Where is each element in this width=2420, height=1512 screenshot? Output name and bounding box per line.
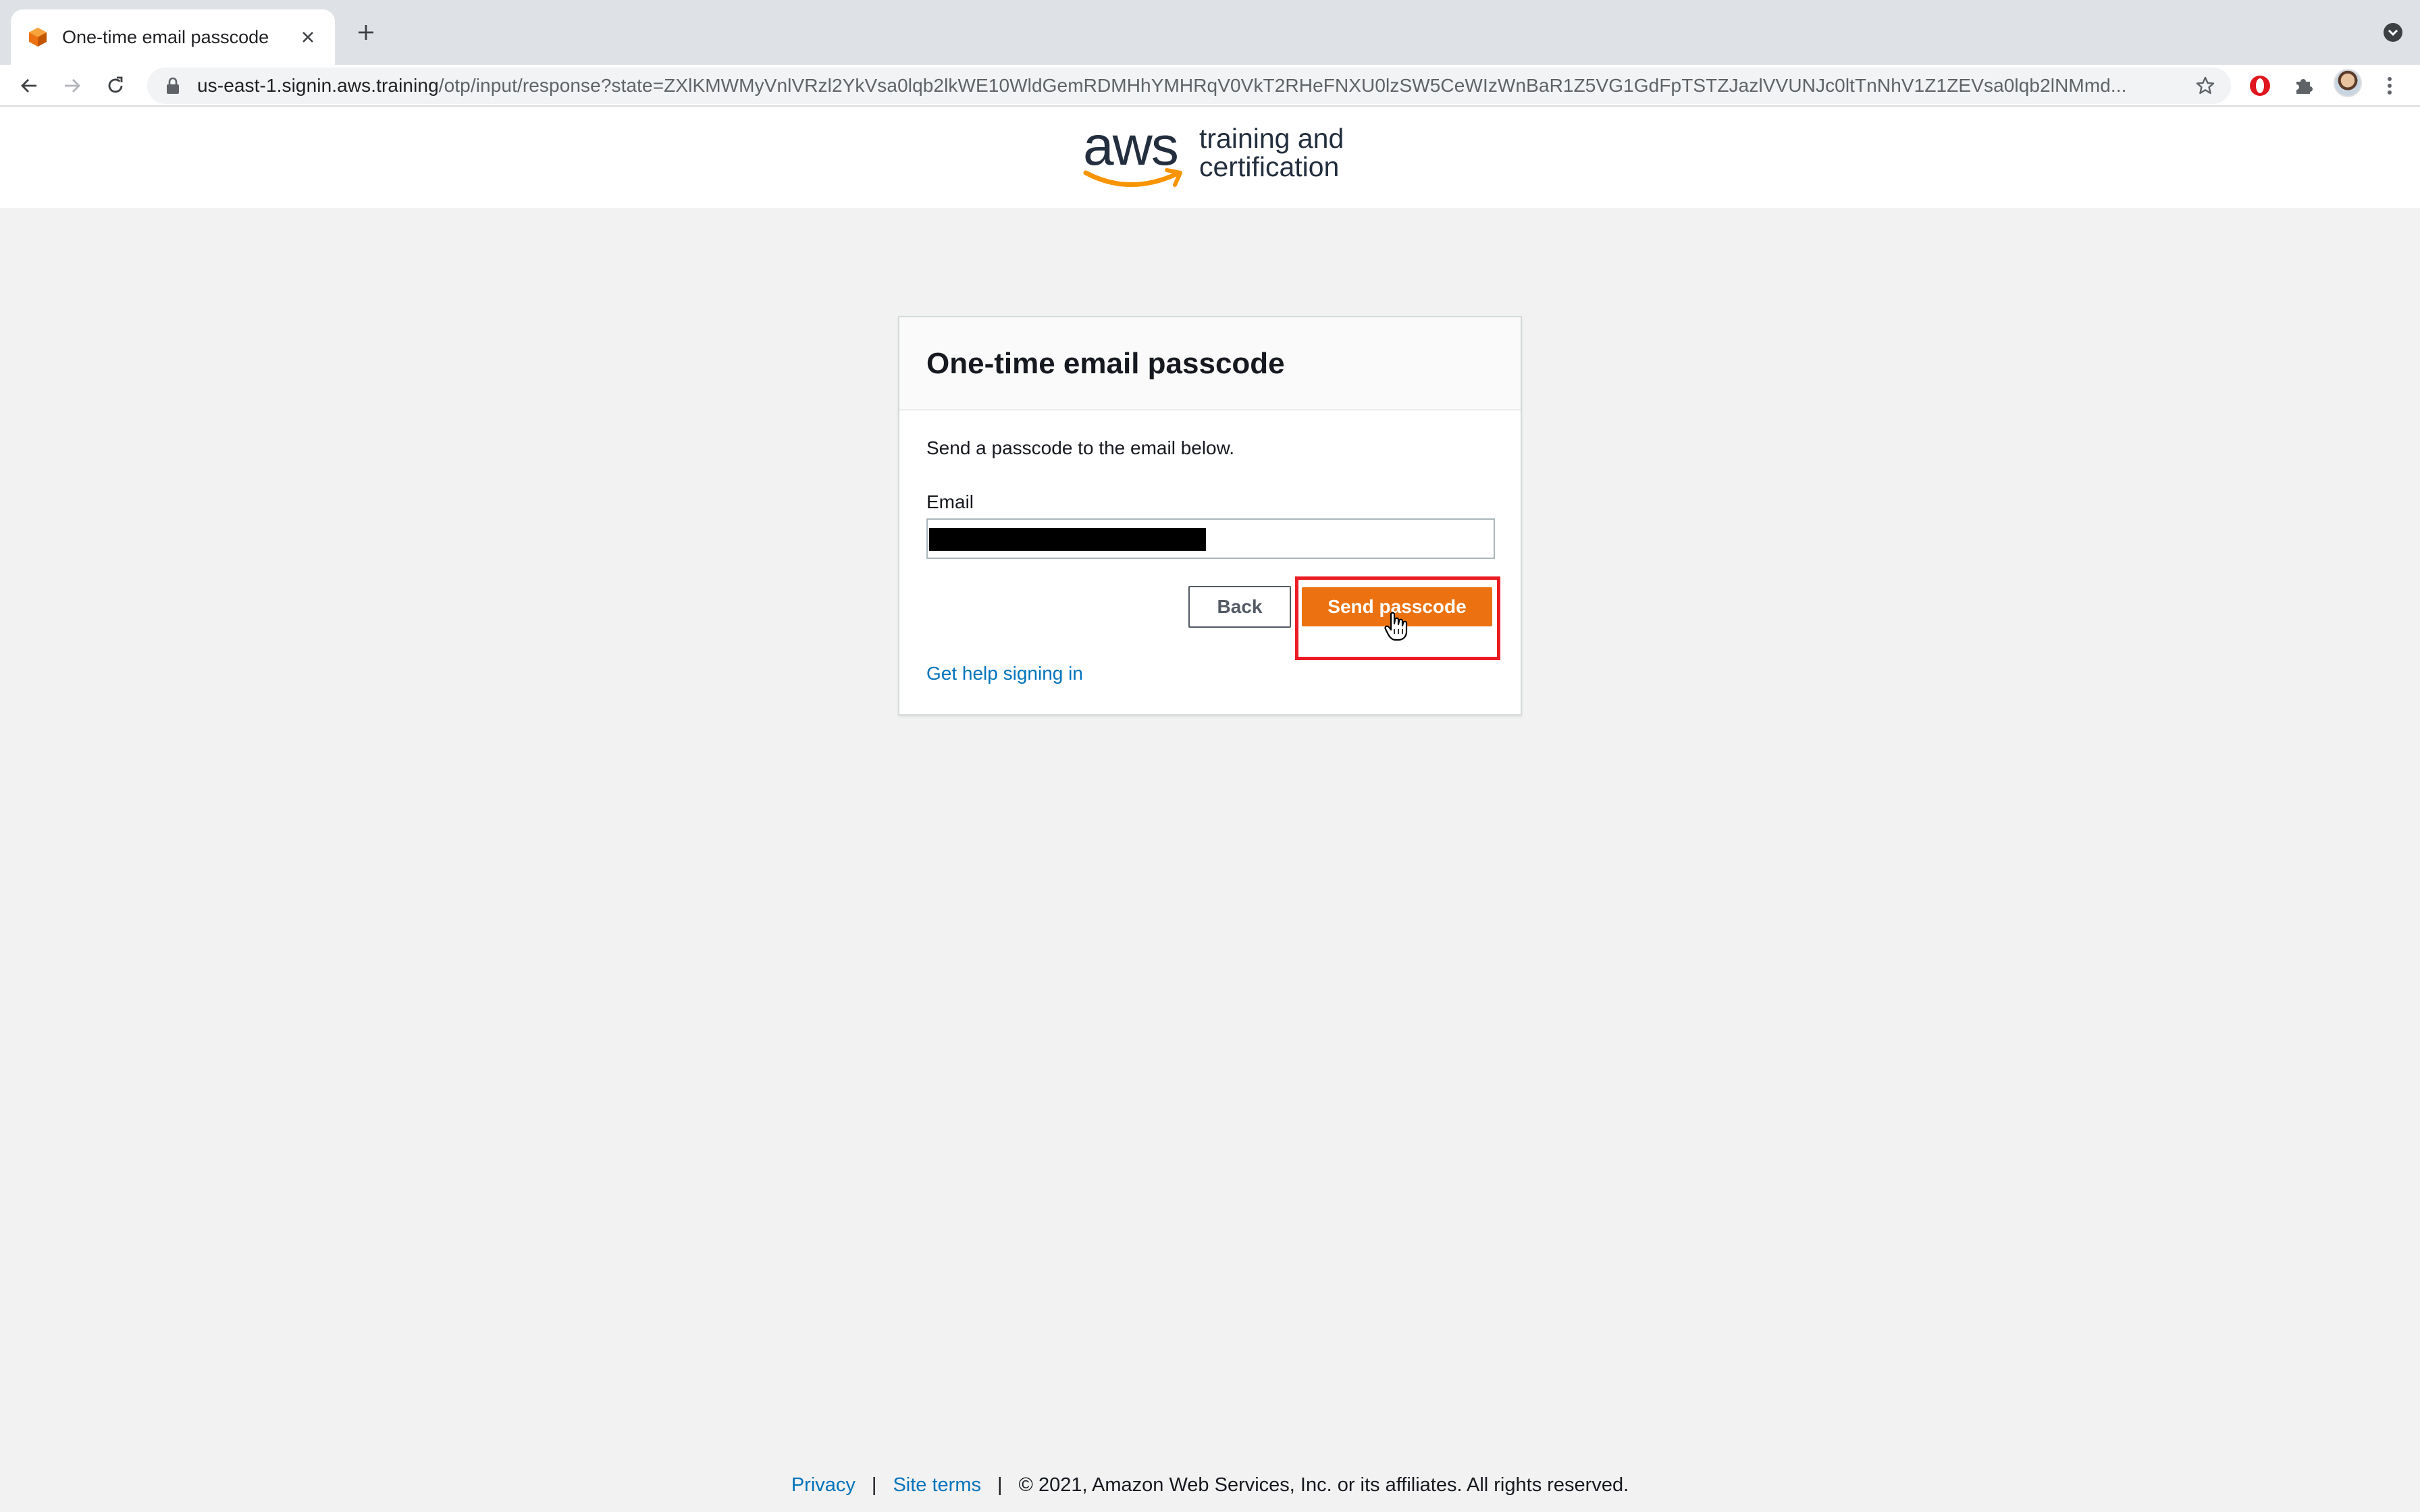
address-bar[interactable]: us-east-1.signin.aws.training/otp/input/… (147, 68, 2231, 104)
copyright-text: © 2021, Amazon Web Services, Inc. or its… (1018, 1474, 1629, 1496)
aws-smile-arrow-icon (1083, 168, 1182, 187)
back-arrow-icon[interactable] (14, 70, 45, 101)
get-help-link[interactable]: Get help signing in (926, 663, 1083, 684)
card-header: One-time email passcode (899, 317, 1521, 410)
url-text: us-east-1.signin.aws.training/otp/input/… (197, 75, 2193, 97)
page-title: One-time email passcode (926, 347, 1285, 380)
lock-icon[interactable] (163, 76, 182, 95)
tab-title: One-time email passcode (62, 26, 269, 47)
passcode-card: One-time email passcode Send a passcode … (898, 316, 1522, 716)
footer-separator: | (997, 1474, 1003, 1496)
card-body: Send a passcode to the email below. Emai… (899, 410, 1521, 714)
aws-cube-favicon-icon (29, 28, 47, 47)
email-label: Email (926, 491, 974, 512)
logo-subtitle: training and certification (1199, 124, 1344, 181)
browser-menu-icon[interactable] (2375, 72, 2404, 100)
privacy-link[interactable]: Privacy (791, 1474, 856, 1496)
logo-line-1: training and (1199, 123, 1344, 154)
page-footer: Privacy | Site terms | © 2021, Amazon We… (0, 1472, 2420, 1498)
profile-avatar[interactable] (2334, 69, 2362, 97)
close-tab-icon[interactable] (297, 26, 319, 48)
footer-separator: | (871, 1474, 877, 1496)
url-host: us-east-1.signin.aws.training (197, 75, 439, 96)
site-header: aws training and certification (0, 107, 2420, 208)
tab-search-icon[interactable] (2381, 20, 2405, 45)
hand-pointer-cursor-icon (1384, 612, 1408, 641)
instructions-text: Send a passcode to the email below. (926, 437, 1235, 458)
bookmark-star-icon[interactable] (2193, 74, 2217, 98)
site-terms-link[interactable]: Site terms (893, 1474, 981, 1496)
redacted-email-value (929, 528, 1206, 551)
new-tab-plus-icon[interactable] (352, 19, 379, 46)
reload-icon[interactable] (100, 70, 131, 101)
extensions-puzzle-icon[interactable] (2289, 72, 2317, 100)
aws-training-logo[interactable]: aws training and certification (1079, 115, 1349, 196)
url-path: /otp/input/response?state=ZXlKMWMyVnlVRz… (438, 75, 2127, 96)
browser-tabstrip: One-time email passcode (0, 0, 2420, 65)
opera-extension-icon[interactable] (2246, 72, 2274, 100)
forward-arrow-icon[interactable] (57, 70, 88, 101)
browser-toolbar: us-east-1.signin.aws.training/otp/input/… (0, 65, 2420, 107)
email-field[interactable] (926, 518, 1495, 559)
back-button[interactable]: Back (1188, 586, 1291, 628)
logo-line-2: certification (1199, 151, 1340, 182)
browser-tab[interactable]: One-time email passcode (11, 9, 335, 65)
